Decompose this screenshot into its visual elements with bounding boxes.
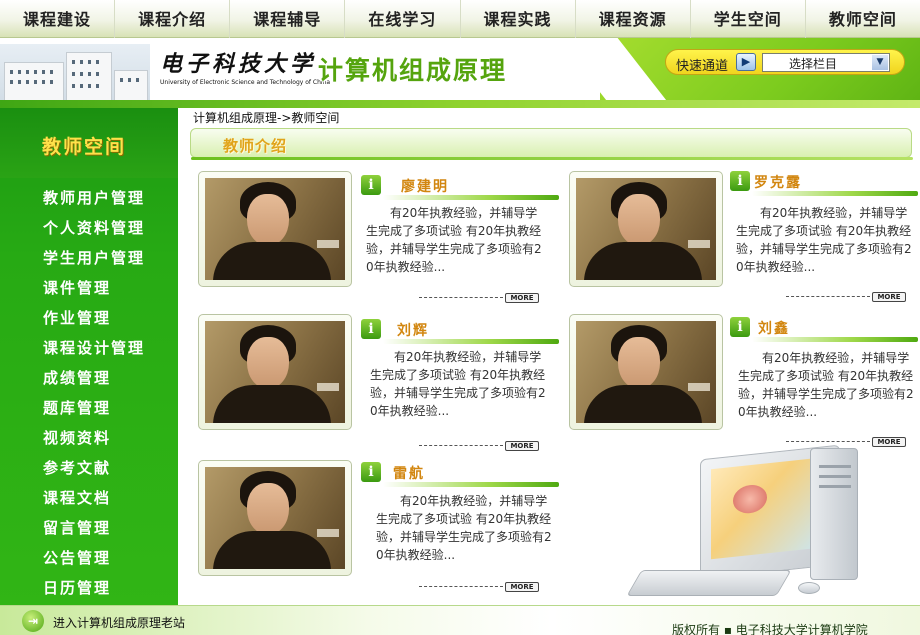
sidebar-item-homework[interactable]: 作业管理 (43, 307, 111, 328)
info-icon: i (361, 319, 381, 339)
more-link[interactable]: MORE (786, 437, 906, 447)
teacher-name[interactable]: 刘辉 (397, 320, 429, 340)
more-button[interactable]: MORE (505, 582, 539, 592)
breadcrumb: 计算机组成原理->教师空间 (193, 111, 340, 125)
teacher-description: 有20年执教经验，并辅导学生完成了多项试验 有20年执教经验，并辅导学生完成了多… (366, 206, 542, 274)
enter-arrow-icon[interactable]: ⇥ (22, 610, 44, 632)
site-header: 电子科技大学 University of Electronic Science … (0, 38, 920, 100)
info-icon: i (730, 317, 750, 337)
nav-item-online-learning[interactable]: 在线学习 (345, 0, 461, 38)
more-button[interactable]: MORE (872, 437, 906, 447)
quick-access-label: 快速通道 (676, 59, 729, 74)
sidebar: 教师空间 教师用户管理 个人资料管理 学生用户管理 课件管理 作业管理 课程设计… (0, 108, 178, 605)
nav-item-course-practice[interactable]: 课程实践 (461, 0, 576, 38)
section-select-value: 选择栏目 (789, 57, 838, 71)
teacher-name-bar: i 罗克露 (730, 170, 918, 196)
more-button[interactable]: MORE (505, 293, 539, 303)
teacher-name[interactable]: 廖建明 (401, 176, 449, 196)
quick-access-bar: 快速通道 ▶ 选择栏目 ▼ (665, 49, 905, 75)
info-icon: i (361, 175, 381, 195)
nav-item-teacher-space[interactable]: 教师空间 (806, 0, 920, 38)
info-icon: i (361, 462, 381, 482)
computer-illustration (626, 444, 890, 608)
sidebar-item-profile[interactable]: 个人资料管理 (43, 217, 145, 238)
sidebar-item-course-docs[interactable]: 课程文档 (43, 487, 111, 508)
university-name-cn: 电子科技大学 (160, 51, 317, 77)
chevron-down-icon[interactable]: ▼ (872, 55, 888, 70)
more-link[interactable]: MORE (786, 292, 906, 302)
sidebar-item-calendar[interactable]: 日历管理 (43, 577, 111, 598)
sidebar-item-teacher-users[interactable]: 教师用户管理 (43, 187, 145, 208)
top-navigation: 课程建设 课程介绍 课程辅导 在线学习 课程实践 课程资源 学生空间 教师空间 (0, 0, 920, 38)
sidebar-item-courseware[interactable]: 课件管理 (43, 277, 111, 298)
university-logo: 电子科技大学 University of Electronic Science … (160, 46, 330, 86)
more-button[interactable]: MORE (872, 292, 906, 302)
teacher-name-bar: i 雷航 (361, 461, 559, 487)
teacher-name-bar: i 刘辉 (361, 318, 559, 344)
copyright-text: 版权所有 ▪ 电子科技大学计算机学院 (672, 623, 868, 635)
nav-item-course-intro[interactable]: 课程介绍 (115, 0, 231, 38)
teacher-photo[interactable] (198, 314, 352, 430)
sidebar-item-videos[interactable]: 视频资料 (43, 427, 111, 448)
campus-building-image (0, 44, 150, 100)
teacher-name-bar: i 刘鑫 (730, 316, 918, 342)
teacher-photo[interactable] (569, 171, 723, 287)
old-site-link[interactable]: 进入计算机组成原理老站 (53, 614, 185, 631)
nav-item-course-construction[interactable]: 课程建设 (0, 0, 116, 38)
mouse-illustration (798, 582, 820, 594)
teacher-description: 有20年执教经验，并辅导学生完成了多项试验 有20年执教经验，并辅导学生完成了多… (376, 494, 552, 562)
teacher-name[interactable]: 刘鑫 (758, 318, 790, 338)
sidebar-item-references[interactable]: 参考文献 (43, 457, 111, 478)
nav-item-course-tutoring[interactable]: 课程辅导 (230, 0, 346, 38)
course-title: 计算机组成原理 (318, 56, 508, 85)
sidebar-item-student-users[interactable]: 学生用户管理 (43, 247, 145, 268)
sidebar-item-question-bank[interactable]: 题库管理 (43, 397, 111, 418)
sidebar-item-announcements[interactable]: 公告管理 (43, 547, 111, 568)
header-divider-band (0, 100, 920, 108)
teacher-name-bar: i 廖建明 (361, 174, 559, 200)
teacher-photo[interactable] (198, 171, 352, 287)
teacher-photo[interactable] (569, 314, 723, 430)
more-link[interactable]: MORE (419, 441, 539, 451)
flower-image (733, 483, 767, 515)
more-link[interactable]: MORE (419, 293, 539, 303)
teacher-name[interactable]: 罗克露 (754, 172, 802, 192)
info-icon: i (730, 171, 750, 191)
more-link[interactable]: MORE (419, 582, 539, 592)
section-title: 教师介绍 (223, 137, 288, 155)
section-header: 教师介绍 (190, 128, 913, 160)
university-name-en: University of Electronic Science and Tec… (160, 79, 331, 86)
teacher-description: 有20年执教经验，并辅导学生完成了多项试验 有20年执教经验，并辅导学生完成了多… (736, 206, 912, 274)
nav-item-course-resources[interactable]: 课程资源 (576, 0, 691, 38)
more-button[interactable]: MORE (505, 441, 539, 451)
keyboard-illustration (626, 570, 792, 596)
teacher-description: 有20年执教经验，并辅导学生完成了多项试验 有20年执教经验，并辅导学生完成了多… (370, 350, 546, 418)
teacher-name[interactable]: 雷航 (393, 463, 425, 483)
nav-item-student-space[interactable]: 学生空间 (691, 0, 806, 38)
sidebar-item-course-design[interactable]: 课程设计管理 (43, 337, 145, 358)
teacher-photo[interactable] (198, 460, 352, 576)
section-select[interactable]: 选择栏目 ▼ (762, 53, 890, 72)
footer: ⇥ 进入计算机组成原理老站 版权所有 ▪ 电子科技大学计算机学院 (0, 605, 920, 635)
sidebar-item-grades[interactable]: 成绩管理 (43, 367, 111, 388)
sidebar-header: 教师空间 (0, 108, 178, 178)
sidebar-item-messages[interactable]: 留言管理 (43, 517, 111, 538)
play-arrow-icon[interactable]: ▶ (736, 53, 756, 71)
teacher-description: 有20年执教经验，并辅导学生完成了多项试验 有20年执教经验，并辅导学生完成了多… (738, 351, 914, 419)
pc-tower-illustration (810, 448, 858, 580)
sidebar-title: 教师空间 (42, 136, 127, 158)
